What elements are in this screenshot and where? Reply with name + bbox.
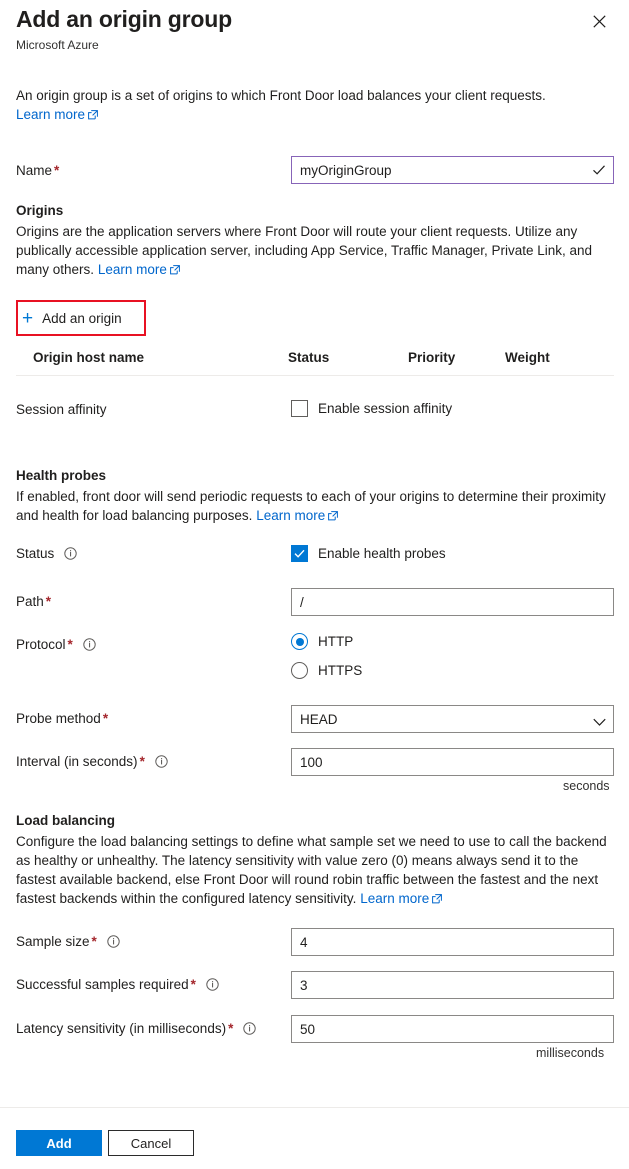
protocol-required-marker: *: [67, 637, 73, 652]
name-label-text: Name: [16, 163, 53, 178]
path-input[interactable]: [291, 588, 614, 616]
table-header-divider: [16, 375, 614, 376]
latency-sensitivity-required-marker: *: [228, 1021, 234, 1036]
sample-size-label: Sample size *: [16, 934, 120, 951]
enable-health-probes-checkbox-label: Enable health probes: [318, 546, 446, 561]
column-header-origin-host-name[interactable]: Origin host name: [33, 350, 144, 365]
interval-input[interactable]: [291, 748, 614, 776]
load-balancing-learn-more-link[interactable]: Learn more: [360, 890, 443, 909]
latency-sensitivity-unit-label: milliseconds: [536, 1046, 605, 1060]
load-balancing-description: Configure the load balancing settings to…: [16, 832, 614, 909]
session-affinity-label: Session affinity: [16, 402, 107, 417]
load-balancing-learn-more-label: Learn more: [360, 891, 430, 906]
close-button[interactable]: [586, 8, 612, 34]
column-header-status[interactable]: Status: [288, 350, 329, 365]
column-header-priority[interactable]: Priority: [408, 350, 455, 365]
path-label-text: Path: [16, 594, 44, 609]
name-input[interactable]: [291, 156, 614, 184]
interval-label: Interval (in seconds) *: [16, 754, 168, 771]
external-link-icon: [88, 106, 98, 125]
origins-learn-more-link[interactable]: Learn more: [98, 262, 180, 277]
origins-learn-more-label: Learn more: [97, 262, 167, 277]
origins-heading: Origins: [16, 203, 64, 218]
validation-check-icon: [592, 163, 606, 177]
health-probes-learn-more-link[interactable]: Learn more: [256, 507, 339, 526]
successful-samples-label-text: Successful samples required: [16, 977, 189, 992]
load-balancing-description-text: Configure the load balancing settings to…: [16, 834, 607, 906]
sample-size-label-text: Sample size: [16, 934, 90, 949]
info-icon[interactable]: [205, 978, 219, 994]
session-affinity-checkbox-row[interactable]: Enable session affinity: [291, 400, 452, 417]
successful-samples-label: Successful samples required *: [16, 977, 219, 994]
origins-description: Origins are the application servers wher…: [16, 222, 614, 280]
probe-method-label-text: Probe method: [16, 711, 101, 726]
info-icon[interactable]: [243, 1022, 256, 1038]
external-link-icon: [328, 507, 339, 526]
probe-method-select[interactable]: HEADGET: [291, 705, 614, 733]
external-link-icon: [432, 890, 443, 909]
protocol-label: Protocol *: [16, 637, 96, 654]
protocol-http-label: HTTP: [318, 634, 354, 649]
probe-status-label: Status: [16, 546, 77, 563]
info-icon[interactable]: [154, 755, 168, 771]
protocol-https-radio[interactable]: [291, 662, 308, 679]
protocol-http-radio[interactable]: [291, 633, 308, 650]
enable-health-probes-checkbox-row[interactable]: Enable health probes: [291, 545, 446, 562]
external-link-icon: [169, 261, 180, 280]
path-required-marker: *: [45, 594, 52, 609]
successful-samples-input[interactable]: [291, 971, 614, 999]
page-subtitle: Microsoft Azure: [16, 38, 99, 52]
add-origin-label: Add an origin: [42, 310, 122, 326]
dialog-header: Add an origin group Microsoft Azure: [0, 0, 629, 62]
probe-method-select-wrap[interactable]: HEADGET: [291, 705, 614, 733]
interval-label-text: Interval (in seconds): [16, 754, 138, 769]
page-title: Add an origin group: [16, 6, 232, 32]
probe-method-required-marker: *: [102, 711, 109, 726]
health-probes-heading: Health probes: [16, 468, 107, 483]
sample-size-required-marker: *: [91, 934, 97, 949]
protocol-radio-https[interactable]: HTTPS: [291, 662, 362, 679]
protocol-radio-http[interactable]: HTTP: [291, 633, 353, 650]
intro-sentence: An origin group is a set of origins to w…: [16, 88, 546, 103]
add-button[interactable]: Add: [16, 1130, 102, 1156]
session-affinity-checkbox[interactable]: [291, 400, 308, 417]
cancel-button[interactable]: Cancel: [108, 1130, 194, 1156]
enable-health-probes-checkbox[interactable]: [291, 545, 308, 562]
session-affinity-checkbox-label: Enable session affinity: [318, 401, 453, 416]
info-icon[interactable]: [82, 638, 96, 654]
intro-text: An origin group is a set of origins to w…: [16, 86, 606, 125]
add-origin-group-dialog: Add an origin group Microsoft Azure An o…: [0, 0, 629, 1169]
intro-learn-more-label: Learn more: [16, 107, 86, 122]
name-required-marker: *: [54, 163, 60, 178]
successful-samples-required-marker: *: [190, 977, 196, 992]
interval-unit-label: seconds: [563, 779, 610, 793]
add-origin-button[interactable]: + Add an origin: [22, 306, 140, 330]
latency-sensitivity-label-text: Latency sensitivity (in milliseconds): [16, 1021, 227, 1036]
sample-size-input[interactable]: [291, 928, 614, 956]
radio-dot: [295, 637, 304, 646]
info-icon[interactable]: [106, 935, 120, 951]
probe-method-label: Probe method *: [16, 711, 108, 726]
intro-learn-more-link[interactable]: Learn more: [16, 107, 98, 122]
column-header-weight[interactable]: Weight: [505, 350, 550, 365]
name-label: Name *: [16, 163, 59, 178]
probe-status-label-text: Status: [16, 546, 55, 561]
footer-divider: [0, 1107, 629, 1108]
path-label: Path *: [16, 594, 51, 609]
load-balancing-heading: Load balancing: [16, 813, 116, 828]
plus-icon: +: [22, 307, 34, 329]
health-probes-description: If enabled, front door will send periodi…: [16, 487, 614, 526]
latency-sensitivity-input[interactable]: [291, 1015, 614, 1043]
close-icon: [592, 14, 606, 28]
latency-sensitivity-label: Latency sensitivity (in milliseconds) *: [16, 1021, 256, 1038]
info-icon[interactable]: [64, 547, 77, 563]
protocol-https-label: HTTPS: [318, 663, 363, 678]
checkmark-icon: [294, 549, 305, 558]
interval-required-marker: *: [139, 754, 145, 769]
protocol-label-text: Protocol: [16, 637, 66, 652]
health-probes-learn-more-label: Learn more: [256, 508, 326, 523]
